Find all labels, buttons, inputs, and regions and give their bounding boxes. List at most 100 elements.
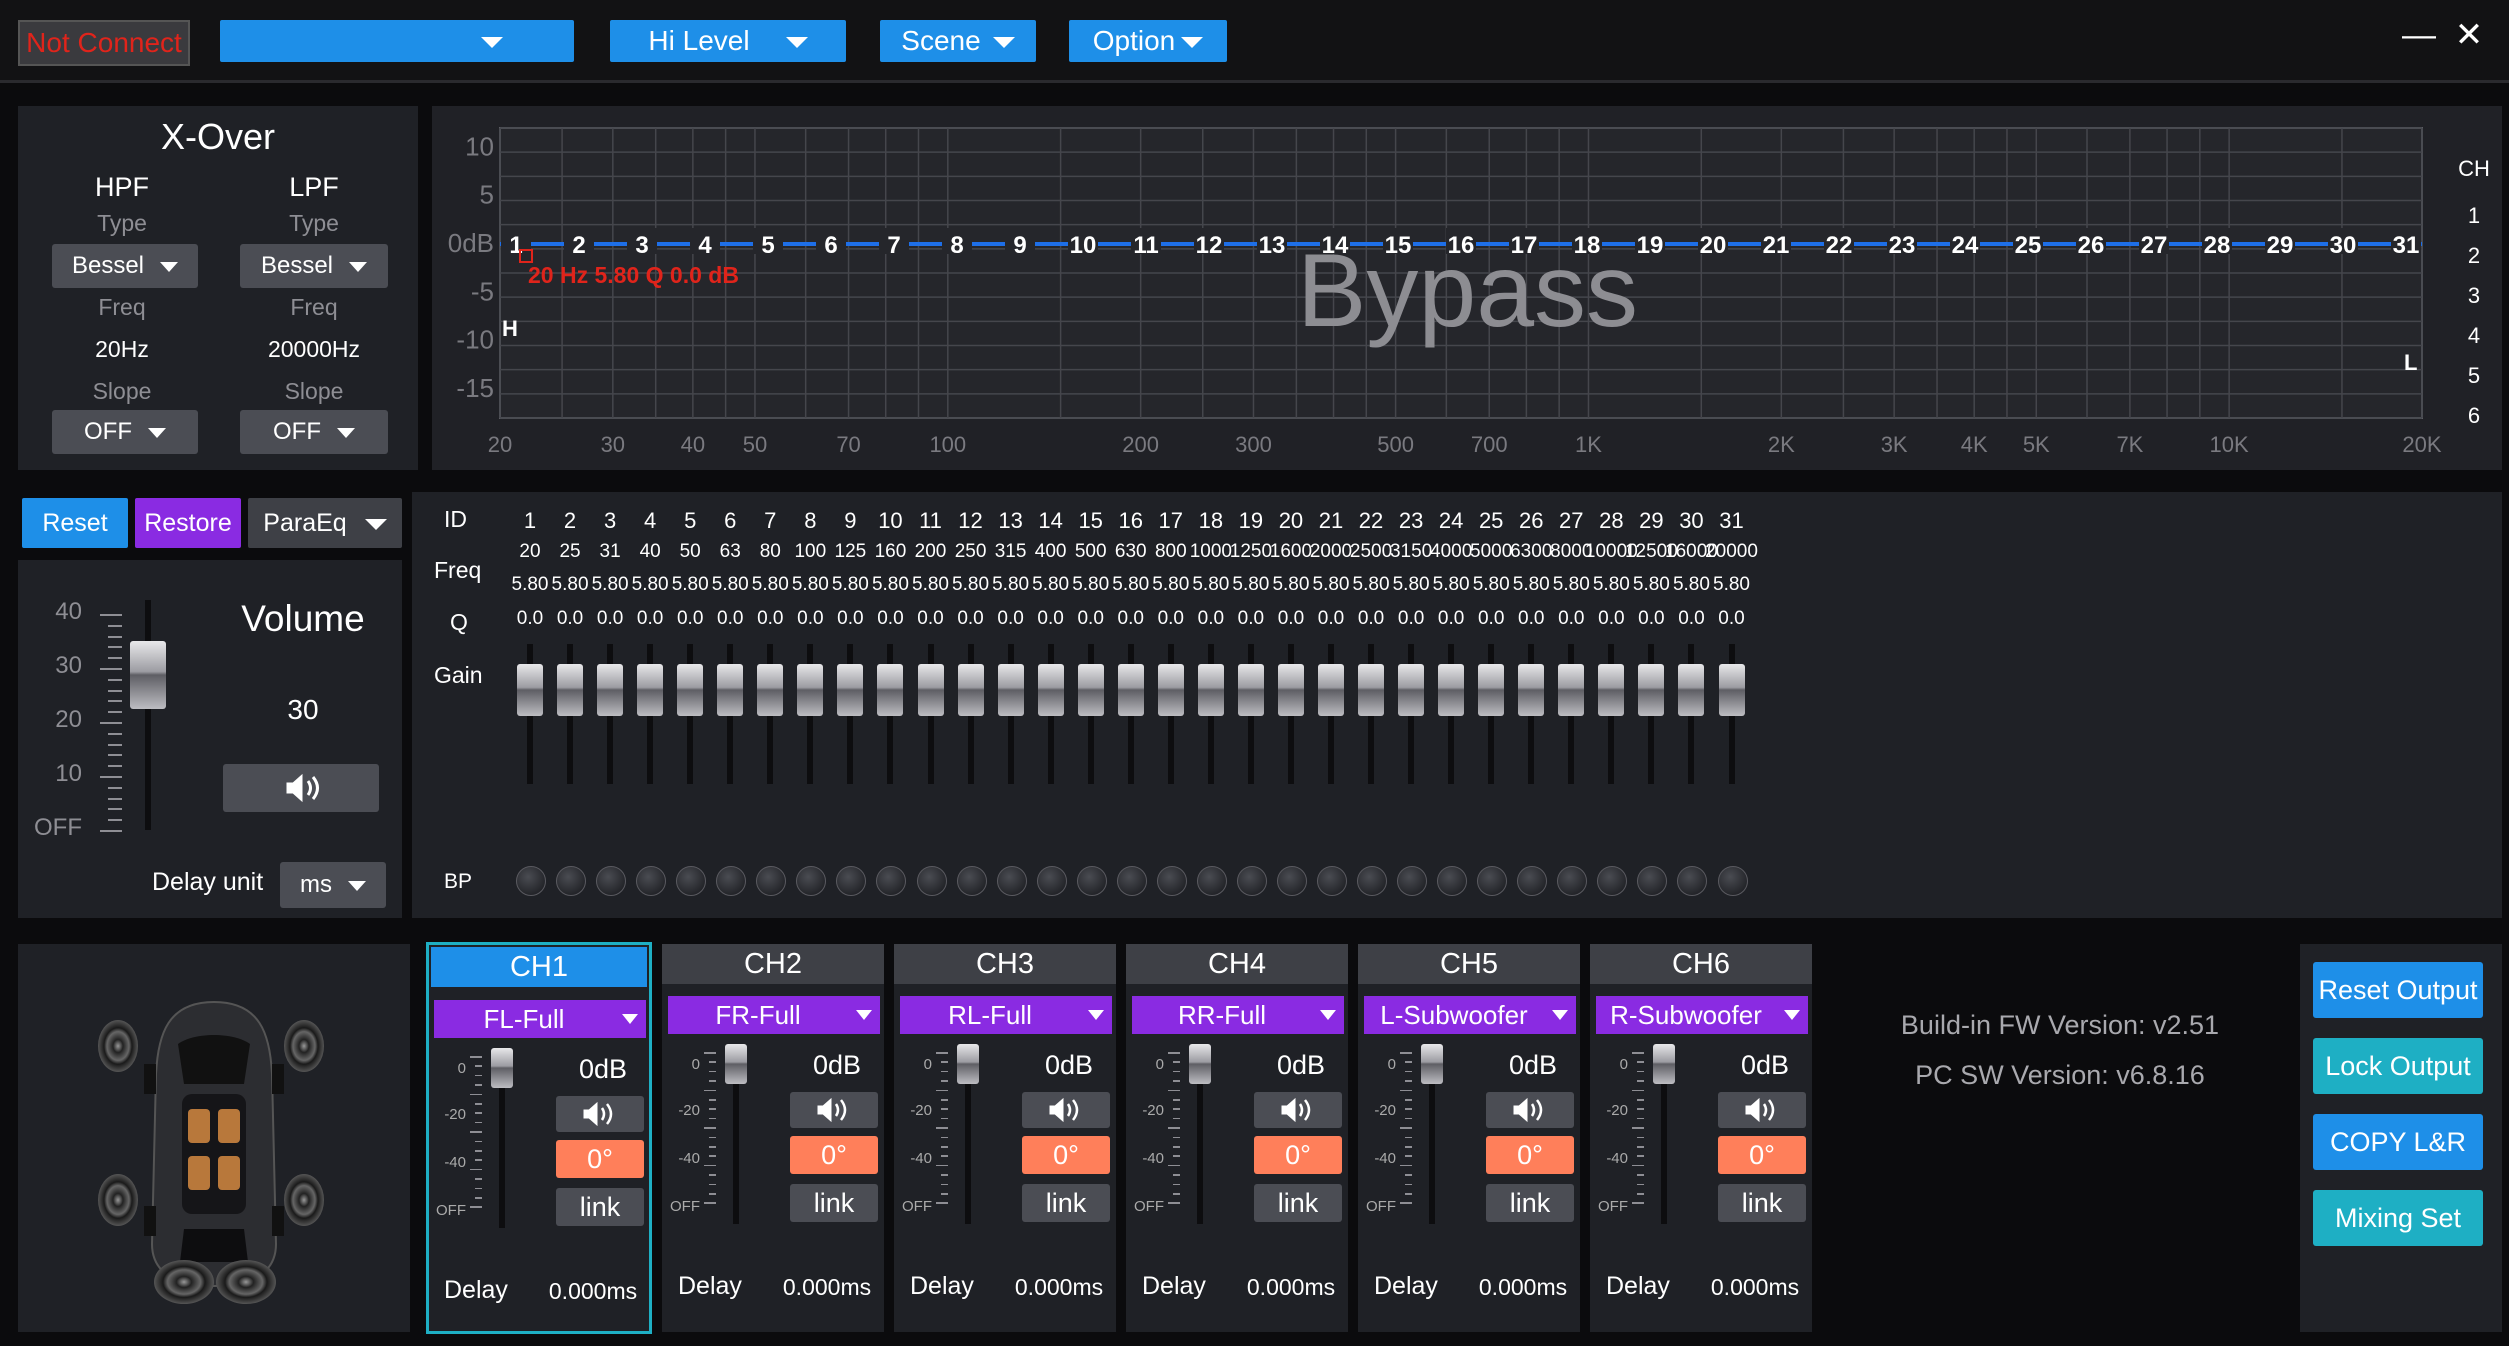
channel-gain-fader[interactable] [724, 1044, 748, 1224]
eq-gain-fader-knob[interactable] [597, 664, 624, 716]
eq-bypass-toggle[interactable] [1036, 866, 1067, 896]
eq-gain-fader-knob[interactable] [1277, 664, 1304, 716]
channel-name[interactable]: CH3 [894, 944, 1116, 984]
channel-gain-fader-knob[interactable] [725, 1044, 747, 1084]
eq-mode-dropdown[interactable]: ParaEq [248, 498, 402, 548]
channel-link-button[interactable]: link [1718, 1184, 1806, 1222]
channel-card-ch4[interactable]: CH4 RR-Full 0dB 0° link Delay 0.000ms 0 -… [1126, 944, 1348, 1332]
eq-bypass-toggle[interactable] [916, 866, 947, 896]
channel-gain-fader[interactable] [490, 1048, 514, 1228]
eq-gain-fader-knob[interactable] [757, 664, 784, 716]
eq-gain-fader-knob[interactable] [797, 664, 824, 716]
channel-delay-value[interactable]: 0.000ms [1468, 1274, 1578, 1301]
eq-gain-fader-knob[interactable] [637, 664, 664, 716]
channel-output-dropdown[interactable]: FL-Full [434, 1000, 646, 1038]
volume-fader[interactable] [130, 600, 166, 830]
channel-card-ch6[interactable]: CH6 R-Subwoofer 0dB 0° link Delay 0.000m… [1590, 944, 1812, 1332]
graph-channel-select-1[interactable]: 1 [2444, 196, 2504, 236]
channel-gain-fader-knob[interactable] [491, 1048, 513, 1088]
eq-gain-fader-knob[interactable] [717, 664, 744, 716]
eq-gain-fader-knob[interactable] [1197, 664, 1224, 716]
copy-lr-button[interactable]: COPY L&R [2313, 1114, 2483, 1170]
channel-phase-button[interactable]: 0° [1022, 1136, 1110, 1174]
channel-delay-value[interactable]: 0.000ms [1700, 1274, 1810, 1301]
channel-phase-button[interactable]: 0° [556, 1140, 644, 1178]
lpf-freq-value[interactable]: 20000Hz [244, 336, 384, 363]
graph-channel-select-4[interactable]: 4 [2444, 316, 2504, 356]
lpf-slope-dropdown[interactable]: OFF [240, 410, 388, 454]
eq-gain-fader-knob[interactable] [1117, 664, 1144, 716]
channel-output-dropdown[interactable]: RR-Full [1132, 996, 1344, 1034]
lock-output-button[interactable]: Lock Output [2313, 1038, 2483, 1094]
eq-gain-fader-knob[interactable] [1678, 664, 1705, 716]
eq-gain-fader-knob[interactable] [1237, 664, 1264, 716]
eq-gain-fader-knob[interactable] [677, 664, 704, 716]
eq-bypass-toggle[interactable] [996, 866, 1027, 896]
eq-band-freq[interactable]: 20000 [1702, 541, 1762, 563]
channel-mute-button[interactable] [556, 1096, 644, 1132]
eq-bypass-toggle[interactable] [636, 866, 667, 896]
channel-phase-button[interactable]: 0° [1718, 1136, 1806, 1174]
eq-bypass-toggle[interactable] [1276, 866, 1307, 896]
volume-fader-knob[interactable] [130, 640, 166, 709]
eq-gain-fader-knob[interactable] [877, 664, 904, 716]
eq-gain-fader-knob[interactable] [1558, 664, 1585, 716]
eq-bypass-toggle[interactable] [1517, 866, 1548, 896]
eq-bypass-toggle[interactable] [1196, 866, 1227, 896]
channel-delay-value[interactable]: 0.000ms [772, 1274, 882, 1301]
channel-link-button[interactable]: link [1022, 1184, 1110, 1222]
channel-output-dropdown[interactable]: FR-Full [668, 996, 880, 1034]
eq-bypass-toggle[interactable] [1477, 866, 1508, 896]
eq-bypass-toggle[interactable] [556, 866, 587, 896]
channel-delay-value[interactable]: 0.000ms [538, 1278, 648, 1305]
minimize-button[interactable]: — [2394, 10, 2444, 60]
eq-gain-fader-knob[interactable] [557, 664, 584, 716]
eq-bypass-toggle[interactable] [1317, 866, 1347, 896]
graph-channel-select-3[interactable]: 3 [2444, 276, 2504, 316]
master-mute-button[interactable] [223, 764, 379, 812]
channel-mute-button[interactable] [1486, 1092, 1574, 1128]
hpf-freq-value[interactable]: 20Hz [52, 336, 192, 363]
eq-bypass-toggle[interactable] [1156, 866, 1187, 896]
eq-gain-fader-knob[interactable] [1157, 664, 1184, 716]
eq-gain-fader-knob[interactable] [1398, 664, 1425, 716]
eq-bypass-toggle[interactable] [1357, 866, 1388, 896]
channel-gain-fader[interactable] [956, 1044, 980, 1224]
eq-bypass-toggle[interactable] [1437, 866, 1468, 896]
channel-output-dropdown[interactable]: L-Subwoofer [1364, 996, 1576, 1034]
eq-gain-fader-knob[interactable] [957, 664, 984, 716]
channel-name[interactable]: CH6 [1590, 944, 1812, 984]
graph-channel-select-6[interactable]: 6 [2444, 396, 2504, 436]
eq-gain-fader-knob[interactable] [1358, 664, 1385, 716]
channel-card-ch5[interactable]: CH5 L-Subwoofer 0dB 0° link Delay 0.000m… [1358, 944, 1580, 1332]
channel-name[interactable]: CH2 [662, 944, 884, 984]
eq-bypass-toggle[interactable] [1717, 866, 1748, 896]
eq-gain-fader-knob[interactable] [1077, 664, 1104, 716]
hpf-slope-dropdown[interactable]: OFF [52, 410, 198, 454]
eq-gain-fader-knob[interactable] [1037, 664, 1064, 716]
channel-card-ch3[interactable]: CH3 RL-Full 0dB 0° link Delay 0.000ms 0 -… [894, 944, 1116, 1332]
eq-bypass-toggle[interactable] [716, 866, 747, 896]
eq-gain-fader-knob[interactable] [1438, 664, 1465, 716]
eq-bypass-toggle[interactable] [1557, 866, 1588, 896]
eq-bypass-toggle[interactable] [1076, 866, 1107, 896]
channel-name[interactable]: CH5 [1358, 944, 1580, 984]
input-level-dropdown[interactable]: Hi Level [610, 20, 846, 62]
channel-gain-fader-knob[interactable] [1653, 1044, 1675, 1084]
reset-button[interactable]: Reset [22, 498, 128, 548]
eq-bypass-toggle[interactable] [756, 866, 787, 896]
channel-link-button[interactable]: link [1486, 1184, 1574, 1222]
eq-gain-fader-knob[interactable] [517, 664, 543, 716]
eq-bypass-toggle[interactable] [596, 866, 627, 896]
channel-delay-value[interactable]: 0.000ms [1236, 1274, 1346, 1301]
option-menu[interactable]: Option [1069, 20, 1227, 62]
channel-phase-button[interactable]: 0° [790, 1136, 878, 1174]
close-button[interactable]: ✕ [2444, 10, 2494, 60]
channel-phase-button[interactable]: 0° [1254, 1136, 1342, 1174]
eq-gain-fader-knob[interactable] [1638, 664, 1665, 716]
eq-bypass-toggle[interactable] [1637, 866, 1668, 896]
channel-mute-button[interactable] [1254, 1092, 1342, 1128]
channel-mute-button[interactable] [1718, 1092, 1806, 1128]
channel-name[interactable]: CH4 [1126, 944, 1348, 984]
eq-gain-fader-knob[interactable] [1718, 664, 1745, 716]
